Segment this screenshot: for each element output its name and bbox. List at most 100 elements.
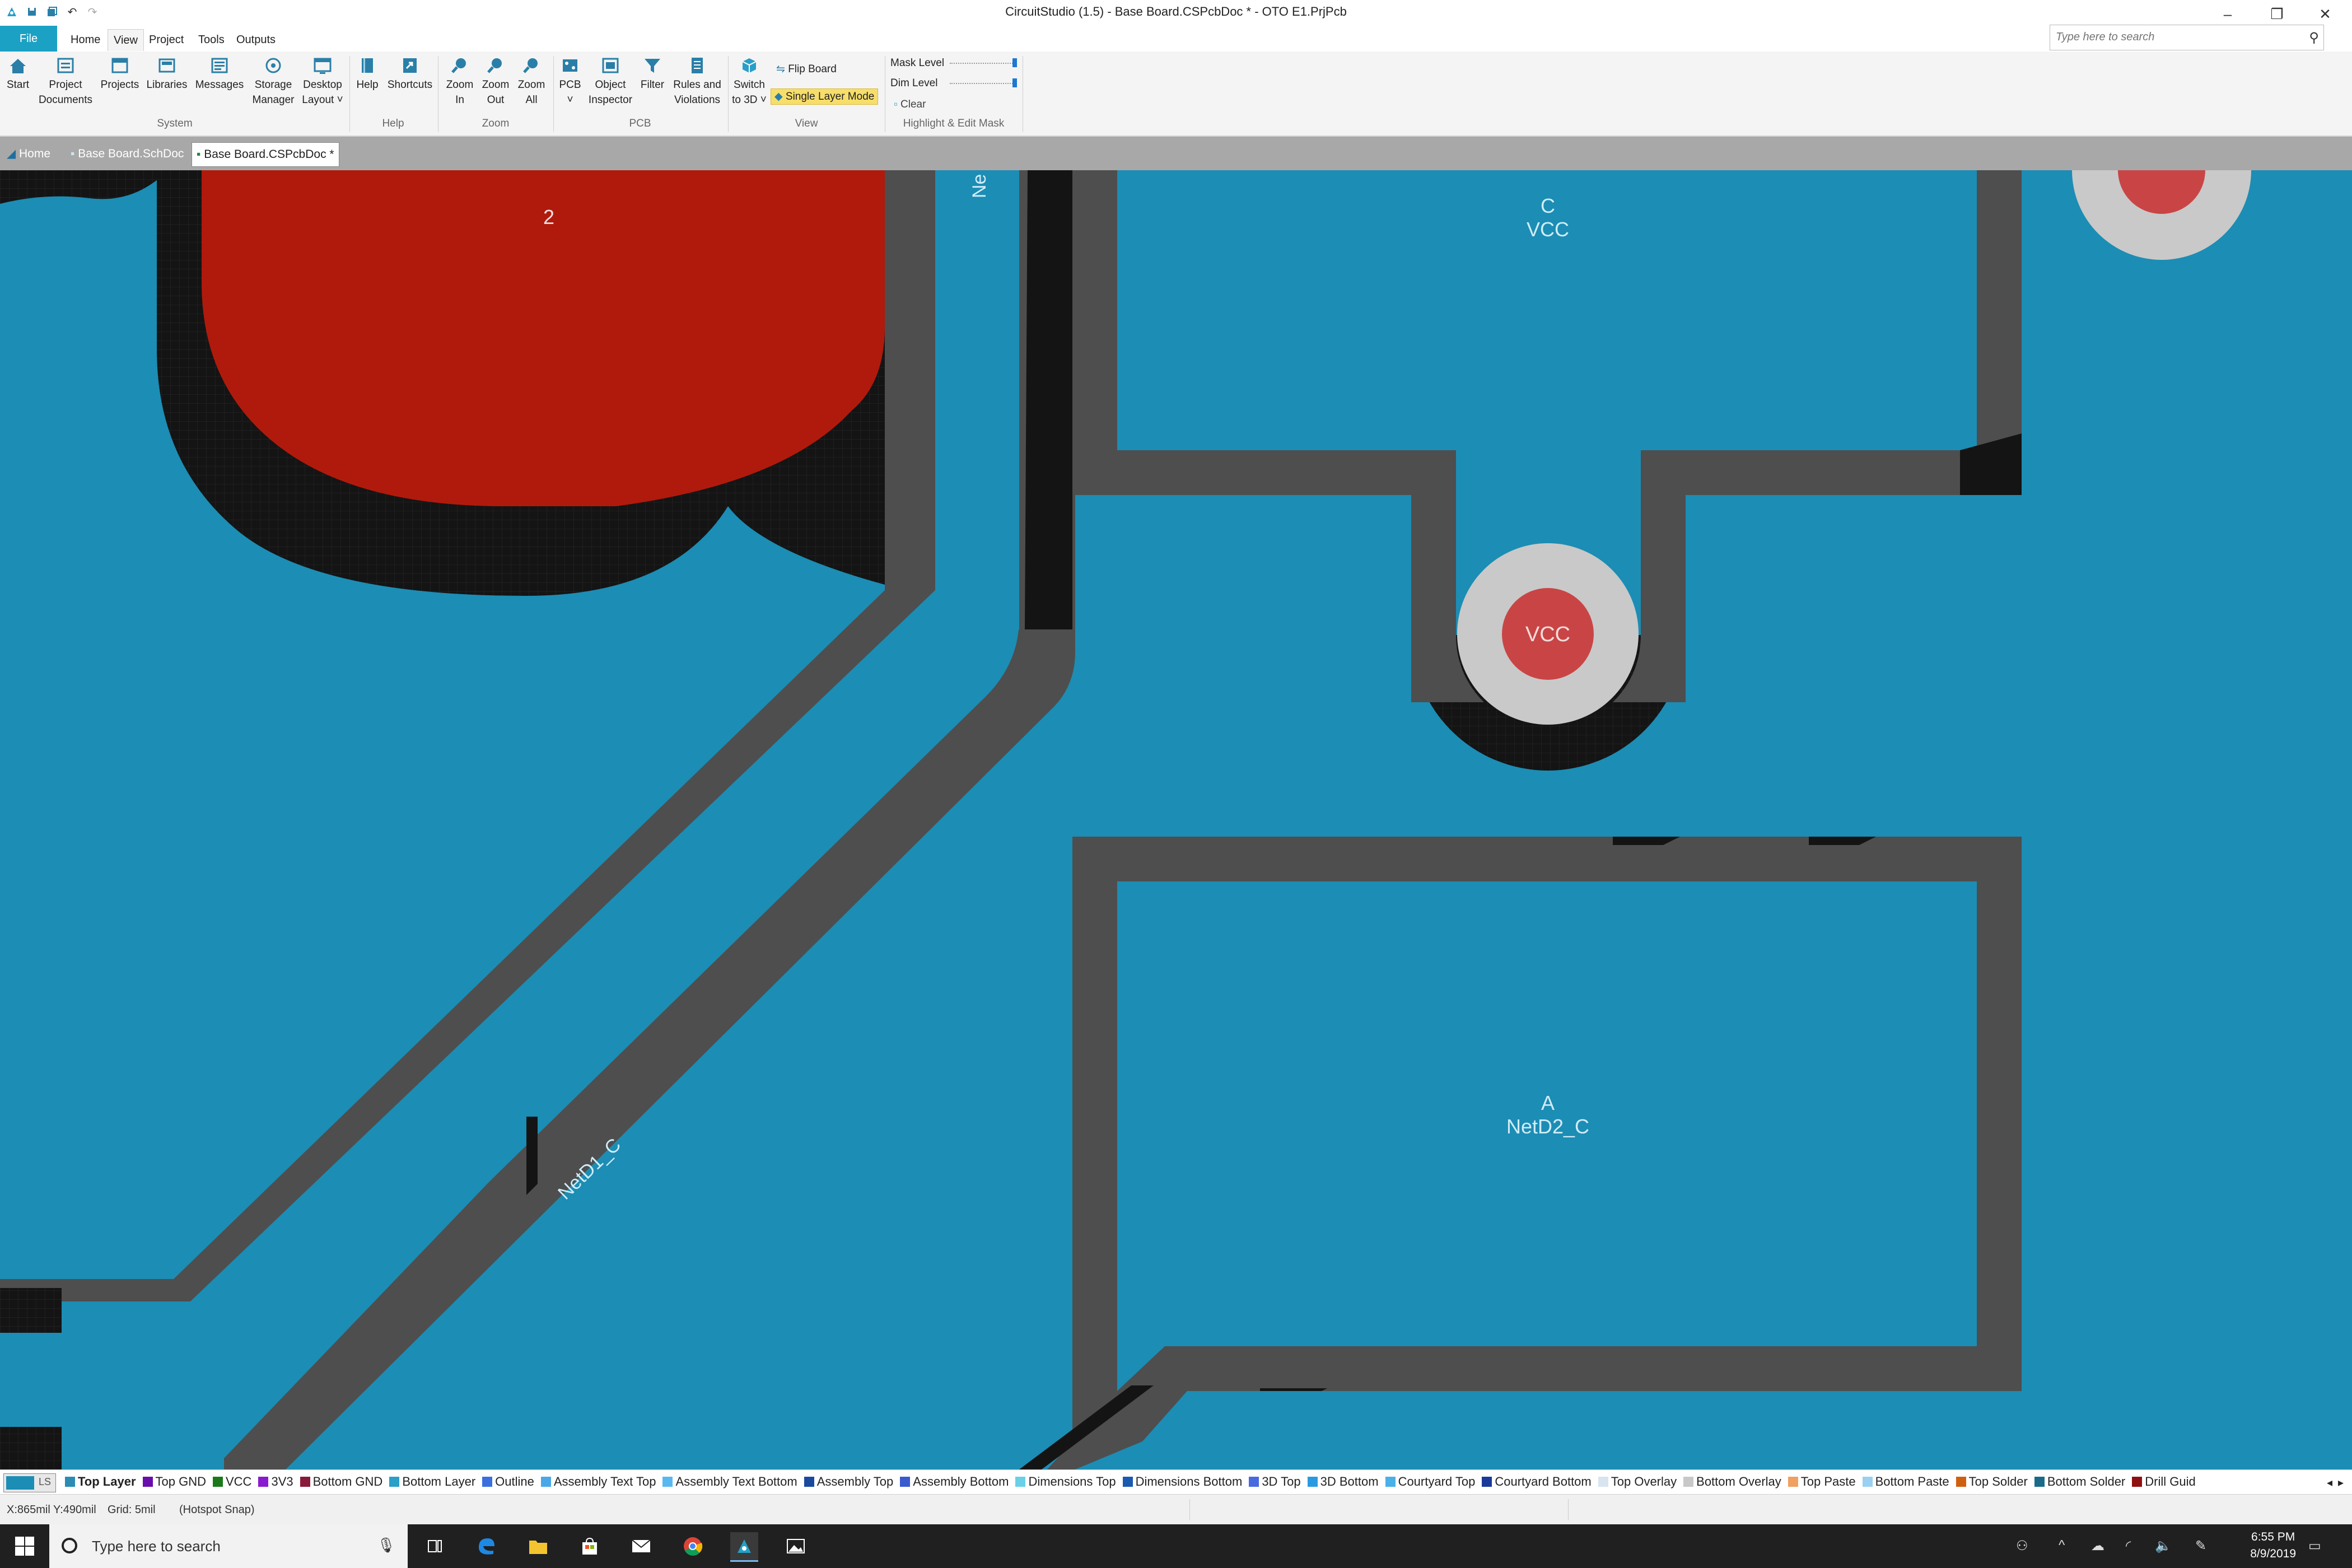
scroll-right-icon[interactable]: ▸ xyxy=(2338,1476,2344,1490)
filter-icon xyxy=(645,59,660,73)
layer-color-swatch xyxy=(2034,1477,2045,1487)
help-button[interactable]: Help xyxy=(352,56,383,92)
doc-tab-home[interactable]: ◢ Home xyxy=(2,142,55,166)
layer-tab[interactable]: Assembly Text Top xyxy=(540,1474,656,1489)
status-bar: X:865mil Y:490mil Grid: 5mil (Hotspot Sn… xyxy=(0,1494,2352,1525)
switch-to-3d-button[interactable]: Switch to 3D ˅ xyxy=(729,56,769,108)
layer-tab[interactable]: Top GND xyxy=(142,1474,206,1489)
layer-tab[interactable]: Assembly Top xyxy=(804,1474,893,1489)
scroll-left-icon[interactable]: ◂ xyxy=(2327,1476,2332,1490)
minimize-icon[interactable]: – xyxy=(2205,0,2250,28)
pcb-canvas[interactable]: 2 NetD1_C Ne C VCC VCC A NetD2_C xyxy=(0,170,2352,1469)
save-icon[interactable] xyxy=(24,3,40,20)
pen-icon[interactable]: ✎ xyxy=(2195,1538,2206,1554)
layer-set-selector[interactable]: LS xyxy=(3,1473,56,1492)
layer-tab[interactable]: 3D Top xyxy=(1249,1474,1301,1489)
storage-manager-button[interactable]: Storage Manager xyxy=(250,56,297,108)
mask-level-knob[interactable] xyxy=(1012,58,1017,67)
layer-tab[interactable]: Bottom GND xyxy=(300,1474,382,1489)
pcb-button[interactable]: PCB ˅ xyxy=(554,56,586,108)
layer-tab-label: Courtyard Top xyxy=(1398,1474,1476,1488)
layer-tab[interactable]: Dimensions Top xyxy=(1015,1474,1116,1489)
system-clock[interactable]: 6:55 PM 8/9/2019 xyxy=(2250,1529,2296,1562)
file-explorer-icon[interactable] xyxy=(524,1532,552,1560)
mask-level-slider[interactable] xyxy=(950,58,1017,67)
zoom-out-button[interactable]: Zoom Out xyxy=(478,56,513,108)
circuitstudio-taskbar-icon[interactable] xyxy=(730,1532,758,1562)
zoom-in-button[interactable]: Zoom In xyxy=(442,56,477,108)
layer-tab[interactable]: Outline xyxy=(482,1474,534,1489)
undo-icon[interactable]: ↶ xyxy=(64,3,81,20)
tab-file[interactable]: File xyxy=(0,26,57,52)
people-icon[interactable]: ⚇ xyxy=(2016,1538,2028,1554)
layer-tab[interactable]: 3D Bottom xyxy=(1307,1474,1379,1489)
store-icon[interactable] xyxy=(576,1532,604,1560)
layer-tab[interactable]: Top Overlay xyxy=(1598,1474,1677,1489)
layer-tab[interactable]: Bottom Overlay xyxy=(1683,1474,1781,1489)
volume-icon[interactable]: 🔈 xyxy=(2155,1538,2172,1554)
close-icon[interactable]: ✕ xyxy=(2303,0,2348,28)
search-icon[interactable]: ⚲ xyxy=(2309,30,2319,46)
layer-tab-label: Top Overlay xyxy=(1611,1474,1677,1488)
libraries-button[interactable]: Libraries xyxy=(144,56,189,92)
layer-tab[interactable]: Dimensions Bottom xyxy=(1122,1474,1242,1489)
tab-tools[interactable]: Tools xyxy=(193,29,230,50)
shortcuts-button[interactable]: Shortcuts xyxy=(384,56,436,92)
clear-mask-button[interactable]: ▫ Clear xyxy=(890,97,929,112)
filter-button[interactable]: Filter xyxy=(636,56,669,92)
layer-tab[interactable]: Courtyard Bottom xyxy=(1482,1474,1592,1489)
dim-level-slider[interactable] xyxy=(950,78,1017,87)
notification-icon[interactable]: ▭ xyxy=(2308,1538,2321,1554)
save-all-icon[interactable] xyxy=(44,3,60,20)
pcb-drawing[interactable]: 2 NetD1_C Ne C VCC VCC A NetD2_C xyxy=(0,170,2352,1469)
doc-tab-schematic[interactable]: ▪ Base Board.SchDoc xyxy=(66,142,188,166)
layer-tab[interactable]: Courtyard Top xyxy=(1385,1474,1476,1489)
layer-tab[interactable]: Drill Guid xyxy=(2132,1474,2196,1489)
dim-level-knob[interactable] xyxy=(1012,78,1017,87)
tab-view[interactable]: View xyxy=(108,29,144,51)
photos-icon[interactable] xyxy=(782,1532,810,1560)
layer-tab[interactable]: VCC xyxy=(213,1474,251,1489)
layer-tab[interactable]: Assembly Text Bottom xyxy=(662,1474,797,1489)
projects-button[interactable]: Projects xyxy=(99,56,141,92)
microphone-icon[interactable]: 🎙 xyxy=(377,1537,395,1554)
project-documents-button[interactable]: Project Documents xyxy=(35,56,96,108)
layer-color-swatch xyxy=(900,1477,911,1487)
redo-icon[interactable]: ↷ xyxy=(84,3,101,20)
layer-tab[interactable]: Top Solder xyxy=(1956,1474,2028,1489)
tab-outputs[interactable]: Outputs xyxy=(231,29,281,50)
search-box[interactable]: ⚲ xyxy=(2050,25,2324,50)
search-input[interactable] xyxy=(2055,25,2292,49)
task-view-icon[interactable] xyxy=(421,1532,449,1560)
restore-icon[interactable]: ❐ xyxy=(2255,0,2299,28)
windows-start-button[interactable] xyxy=(0,1524,49,1568)
layer-tab[interactable]: Bottom Layer xyxy=(389,1474,475,1489)
tab-home[interactable]: Home xyxy=(65,29,106,50)
layer-tab[interactable]: Bottom Paste xyxy=(1862,1474,1949,1489)
layer-tab[interactable]: 3V3 xyxy=(258,1474,293,1489)
layer-tab[interactable]: Top Paste xyxy=(1788,1474,1856,1489)
doc-tab-pcb[interactable]: ▪ Base Board.CSPcbDoc * xyxy=(192,142,339,167)
object-inspector-icon xyxy=(602,58,619,73)
layer-tab[interactable]: Assembly Bottom xyxy=(900,1474,1009,1489)
chrome-icon[interactable] xyxy=(679,1532,707,1560)
zoom-all-button[interactable]: Zoom All xyxy=(514,56,549,108)
mail-icon[interactable] xyxy=(627,1532,655,1560)
desktop-layout-button[interactable]: Desktop Layout ˅ xyxy=(300,56,345,108)
messages-button[interactable]: Messages xyxy=(193,56,246,92)
tray-chevron-icon[interactable]: ^ xyxy=(2059,1538,2065,1553)
object-inspector-button[interactable]: Object Inspector xyxy=(586,56,635,108)
layer-tab[interactable]: Top Layer xyxy=(65,1474,136,1489)
layer-tab[interactable]: Bottom Solder xyxy=(2034,1474,2125,1489)
start-button[interactable]: Start xyxy=(3,56,32,92)
app-logo-icon[interactable] xyxy=(3,3,20,20)
onedrive-icon[interactable]: ☁ xyxy=(2091,1538,2104,1554)
rules-violations-button[interactable]: Rules and Violations xyxy=(670,56,725,108)
taskbar-search[interactable]: Type here to search 🎙 xyxy=(49,1524,408,1568)
edge-browser-icon[interactable] xyxy=(473,1532,501,1560)
single-layer-mode-button[interactable]: ◆ Single Layer Mode xyxy=(771,88,879,105)
tab-project[interactable]: Project xyxy=(143,29,189,50)
zoom-all-icon xyxy=(523,58,538,73)
wifi-icon[interactable]: ◜ xyxy=(2126,1538,2131,1554)
flip-board-button[interactable]: ⇋ Flip Board xyxy=(773,62,840,77)
